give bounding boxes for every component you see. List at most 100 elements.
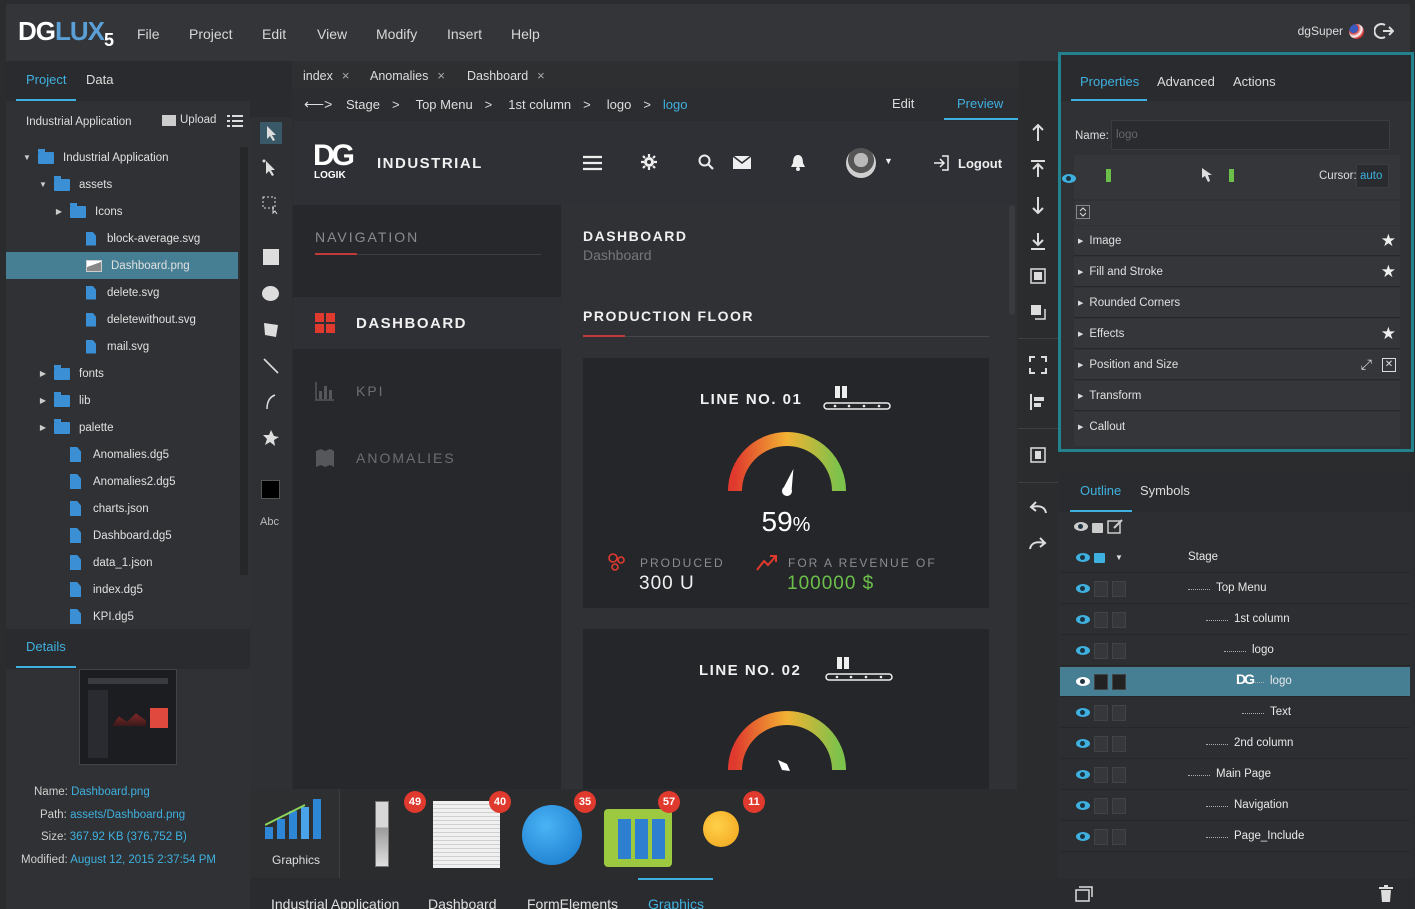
visibility-eye-icon[interactable] (1076, 615, 1090, 624)
direct-select-icon[interactable] (261, 158, 281, 178)
tab-advanced[interactable]: Advanced (1157, 74, 1215, 89)
ellipse-tool-icon[interactable] (262, 286, 279, 301)
lock-toggle[interactable] (1094, 797, 1108, 814)
library-tab[interactable]: FormElements (527, 896, 618, 909)
duplicate-icon[interactable] (1075, 886, 1093, 902)
username[interactable]: dgSuper (1298, 24, 1343, 38)
cursor-select[interactable]: auto (1356, 164, 1389, 188)
lock-toggle[interactable] (1094, 735, 1108, 752)
nav-item-kpi[interactable]: KPI (293, 365, 561, 417)
breadcrumb-item[interactable]: Top Menu (416, 97, 473, 112)
editor-tab-index[interactable]: index × (303, 68, 349, 83)
lock-icon[interactable] (1094, 552, 1105, 563)
visibility-eye-icon[interactable] (1076, 646, 1090, 655)
section-rounded-corners[interactable]: ▶ Rounded Corners (1074, 288, 1400, 318)
pen-tool-icon[interactable] (261, 392, 281, 412)
rectangle-tool-icon[interactable] (263, 249, 279, 265)
expanded-arrow-icon[interactable]: ▼ (1115, 553, 1123, 562)
mail-icon[interactable] (733, 156, 751, 169)
bell-icon[interactable] (791, 154, 805, 171)
reset-size-icon[interactable]: ✕ (1382, 357, 1396, 372)
outline-row[interactable]: ▼ Stage (1060, 543, 1410, 573)
gear-icon[interactable] (641, 154, 657, 170)
all-visible-icon[interactable] (1074, 521, 1088, 531)
name-field[interactable]: logo (1111, 120, 1390, 150)
logout-icon[interactable] (1374, 22, 1394, 40)
tree-item[interactable]: KPI.dg5 (6, 603, 238, 630)
outline-row[interactable]: Navigation (1060, 791, 1410, 821)
nav-item-anomalies[interactable]: ANOMALIES (293, 431, 561, 483)
outline-row[interactable]: Top Menu (1060, 574, 1410, 604)
edit-toggle[interactable] (1112, 673, 1126, 690)
edit-toggle[interactable] (1112, 704, 1126, 721)
library-tab[interactable]: Industrial Application (271, 896, 399, 909)
tree-item[interactable]: ▶ palette (6, 414, 238, 441)
section-fill-and-stroke[interactable]: ▶ Fill and Stroke ★ (1074, 257, 1400, 287)
fit-icon[interactable] (1029, 356, 1047, 374)
edit-toggle[interactable] (1112, 797, 1126, 814)
section-effects[interactable]: ▶ Effects ★ (1074, 319, 1400, 349)
search-icon[interactable] (698, 154, 714, 170)
edit-toggle[interactable] (1112, 580, 1126, 597)
canvas-scrollbar[interactable] (1009, 205, 1015, 315)
library-tab[interactable]: Graphics (648, 896, 704, 909)
tree-item[interactable]: ▶ lib (6, 387, 238, 414)
breadcrumb-item[interactable]: Stage (346, 97, 380, 112)
calculator-widget[interactable] (604, 809, 672, 867)
tree-item[interactable]: charts.json (6, 495, 238, 522)
outline-row[interactable]: 2nd column (1060, 729, 1410, 759)
visibility-eye-icon[interactable] (1076, 832, 1090, 841)
visibility-eye-icon[interactable] (1076, 584, 1090, 593)
select-tool-icon[interactable] (260, 122, 282, 144)
menu-project[interactable]: Project (189, 26, 233, 42)
expanded-arrow-icon[interactable]: ▼ (22, 153, 32, 162)
tree-item[interactable]: ▶ Icons (6, 198, 238, 225)
tree-scrollbar[interactable] (240, 147, 248, 575)
collapsed-arrow-icon[interactable]: ▶ (54, 207, 64, 216)
logout-button[interactable]: Logout (933, 155, 1002, 171)
send-to-back-icon[interactable] (1030, 232, 1046, 250)
menu-edit[interactable]: Edit (262, 26, 286, 42)
all-edit-icon[interactable] (1107, 518, 1123, 534)
graphics-folder[interactable]: Graphics (250, 789, 340, 879)
section-callout[interactable]: ▶ Callout (1074, 412, 1400, 442)
expand-icon[interactable]: ⤢ (1361, 356, 1372, 373)
menu-insert[interactable]: Insert (447, 26, 482, 42)
visibility-eye-icon[interactable] (1076, 770, 1090, 779)
nav-item-dashboard[interactable]: DASHBOARD (293, 297, 561, 349)
center-icon[interactable] (1029, 446, 1047, 464)
breadcrumb-item[interactable]: logo (663, 97, 688, 112)
edit-toggle[interactable] (1112, 828, 1126, 845)
redo-icon[interactable] (1029, 536, 1047, 552)
tree-item[interactable]: ▼ Industrial Application (6, 144, 238, 171)
breadcrumb-arrows-icon[interactable]: ⟵> (304, 96, 332, 113)
edit-toggle[interactable] (1112, 766, 1126, 783)
group-icon[interactable] (1029, 267, 1047, 285)
editor-tab-anomalies[interactable]: Anomalies × (370, 68, 445, 83)
bring-forward-icon[interactable] (1031, 124, 1045, 142)
edit-toggle[interactable] (1112, 611, 1126, 628)
visibility-toggle[interactable] (1106, 169, 1111, 182)
lock-toggle[interactable] (1094, 673, 1108, 690)
hamburger-icon[interactable] (583, 155, 603, 171)
avatar-caret-icon[interactable]: ▼ (884, 156, 893, 166)
lock-toggle[interactable] (1094, 704, 1108, 721)
undo-icon[interactable] (1029, 500, 1047, 516)
collapsed-arrow-icon[interactable]: ▶ (38, 396, 48, 405)
outline-row[interactable]: Page_Include (1060, 822, 1410, 852)
menu-view[interactable]: View (317, 26, 347, 42)
outline-row[interactable]: Main Page (1060, 760, 1410, 790)
outline-row[interactable]: Text (1060, 698, 1410, 728)
close-icon[interactable]: × (342, 68, 350, 83)
align-left-icon[interactable] (1029, 393, 1047, 411)
tab-outline[interactable]: Outline (1080, 483, 1121, 498)
collapsed-arrow-icon[interactable]: ▶ (38, 369, 48, 378)
section-image[interactable]: ▶ Image ★ (1074, 226, 1400, 256)
tab-project[interactable]: Project (26, 72, 66, 87)
visibility-eye-icon[interactable] (1076, 801, 1090, 810)
ungroup-icon[interactable] (1029, 303, 1047, 321)
lines-widget[interactable] (433, 801, 500, 868)
visibility-eye-icon[interactable] (1076, 739, 1090, 748)
marquee-tool-icon[interactable] (261, 195, 281, 215)
visibility-eye-icon[interactable] (1076, 553, 1090, 562)
